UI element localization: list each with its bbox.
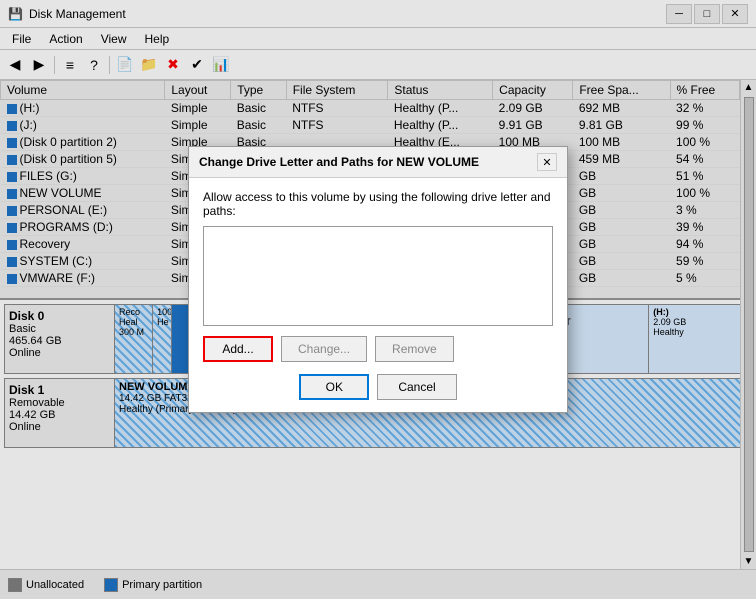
modal-title-bar: Change Drive Letter and Paths for NEW VO… xyxy=(189,147,567,178)
modal-listbox[interactable] xyxy=(203,226,553,326)
modal-title: Change Drive Letter and Paths for NEW VO… xyxy=(199,155,479,169)
modal-add-button[interactable]: Add... xyxy=(203,336,273,362)
modal-overlay: Change Drive Letter and Paths for NEW VO… xyxy=(0,0,756,599)
modal-change-drive: Change Drive Letter and Paths for NEW VO… xyxy=(188,146,568,413)
modal-change-button[interactable]: Change... xyxy=(281,336,367,362)
modal-close-button[interactable]: ✕ xyxy=(537,153,557,171)
modal-body: Allow access to this volume by using the… xyxy=(189,178,567,412)
modal-remove-button[interactable]: Remove xyxy=(375,336,454,362)
modal-ok-button[interactable]: OK xyxy=(299,374,369,400)
modal-description: Allow access to this volume by using the… xyxy=(203,190,553,218)
modal-action-buttons: Add... Change... Remove xyxy=(203,336,553,362)
modal-cancel-button[interactable]: Cancel xyxy=(377,374,456,400)
modal-ok-cancel-row: OK Cancel xyxy=(203,374,553,400)
